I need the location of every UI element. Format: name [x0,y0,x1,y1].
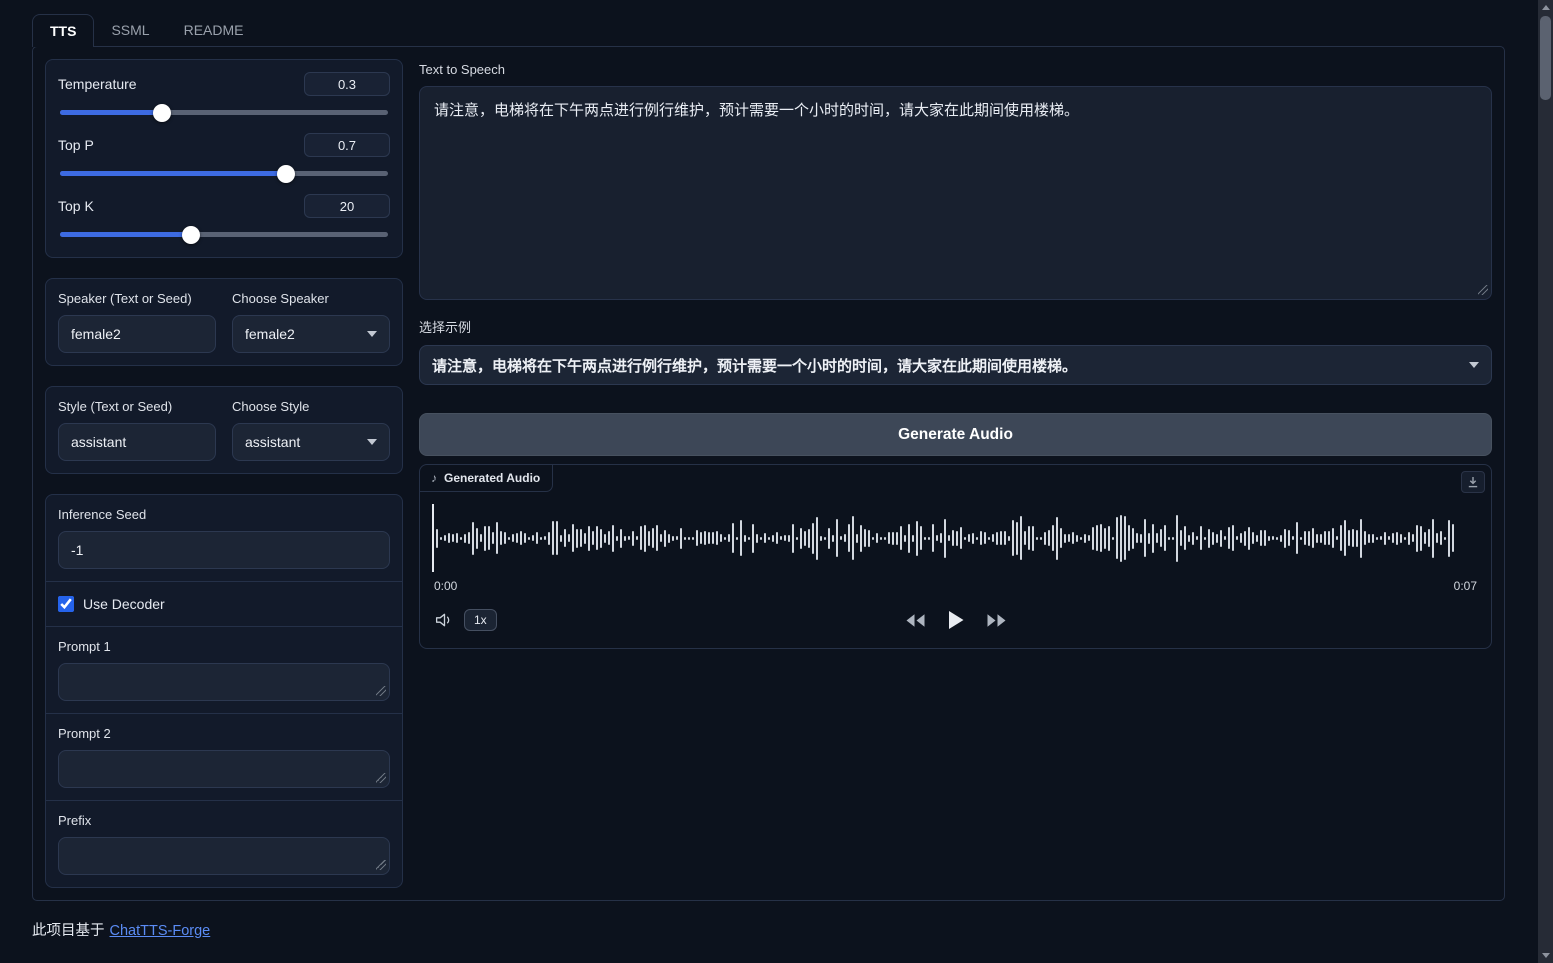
temperature-label: Temperature [58,76,137,92]
scrollbar[interactable] [1538,0,1553,963]
top-k-label: Top K [58,198,94,214]
choose-speaker-label: Choose Speaker [232,291,390,306]
divider [46,581,402,582]
scrollbar-up-arrow[interactable] [1538,0,1553,15]
rewind-button[interactable] [904,613,926,628]
tab-tts[interactable]: TTS [32,14,94,47]
volume-icon [434,611,455,629]
top-p-label: Top P [58,137,94,153]
music-note-icon: ♪ [431,471,437,485]
temperature-number-input[interactable] [304,72,390,96]
generate-audio-button[interactable]: Generate Audio [419,413,1492,456]
top-k-number-input[interactable] [304,194,390,218]
examples-dropdown[interactable]: 请注意，电梯将在下午两点进行例行维护，预计需要一个小时的时间，请大家在此期间使用… [419,345,1492,385]
waveform-bars [432,504,1479,572]
temperature-group: Temperature [58,72,390,115]
divider [46,800,402,801]
speaker-text-input[interactable] [58,315,216,353]
generated-audio-title: ♪ Generated Audio [420,465,553,492]
top-p-number-input[interactable] [304,133,390,157]
choose-speaker-value: female2 [245,326,295,342]
top-k-group: Top K [58,194,390,237]
download-icon [1467,476,1479,488]
footer-text: 此项目基于 [32,923,105,939]
footer: 此项目基于 ChatTTS-Forge [32,919,1505,940]
duration: 0:07 [1454,579,1477,593]
right-column: Text to Speech 请注意，电梯将在下午两点进行例行维护，预计需要一个… [419,59,1492,888]
volume-button[interactable] [434,611,455,629]
text-to-speech-label: Text to Speech [419,62,1492,77]
download-audio-button[interactable] [1461,471,1485,493]
prefix-textarea[interactable] [58,837,390,875]
prefix-label: Prefix [58,813,390,828]
top-k-slider-handle[interactable] [182,226,200,244]
use-decoder-row[interactable]: Use Decoder [58,594,390,614]
text-to-speech-textarea[interactable]: 请注意，电梯将在下午两点进行例行维护，预计需要一个小时的时间，请大家在此期间使用… [419,86,1492,300]
speaker-panel: Speaker (Text or Seed) Choose Speaker fe… [45,278,403,366]
divider [46,713,402,714]
divider [46,626,402,627]
prompt1-textarea[interactable] [58,663,390,701]
speaker-text-label: Speaker (Text or Seed) [58,291,216,306]
generated-audio-panel: ♪ Generated Audio 0:00 [419,464,1492,649]
temperature-slider-handle[interactable] [153,104,171,122]
top-p-slider[interactable] [60,171,388,176]
choose-style-label: Choose Style [232,399,390,414]
inference-seed-input[interactable] [58,531,390,569]
inference-seed-label: Inference Seed [58,507,390,522]
top-k-slider[interactable] [60,232,388,237]
examples-label: 选择示例 [419,317,1492,336]
style-panel: Style (Text or Seed) Choose Style assist… [45,386,403,474]
app-page: TTS SSML README Temperature [0,0,1553,963]
prompt1-label: Prompt 1 [58,639,390,654]
chattts-forge-link[interactable]: ChatTTS-Forge [110,923,211,939]
waveform[interactable] [432,504,1479,572]
scrollbar-down-arrow[interactable] [1538,948,1553,963]
advanced-panel: Inference Seed Use Decoder Prompt 1 Prom… [45,494,403,888]
chevron-down-icon [1469,362,1479,368]
playback-controls: 1x [434,606,1477,634]
style-text-label: Style (Text or Seed) [58,399,216,414]
choose-style-value: assistant [245,434,300,450]
playback-speed-button[interactable]: 1x [464,609,497,631]
fast-forward-icon [985,613,1007,628]
use-decoder-checkbox[interactable] [58,596,74,612]
tab-bar: TTS SSML README [32,14,1505,46]
left-column: Temperature Top P [45,59,403,888]
top-p-slider-handle[interactable] [277,165,295,183]
time-row: 0:00 0:07 [434,579,1477,593]
current-time: 0:00 [434,579,457,593]
prompt2-label: Prompt 2 [58,726,390,741]
tab-readme[interactable]: README [167,14,261,46]
scrollbar-thumb[interactable] [1540,16,1551,100]
rewind-icon [904,613,926,628]
play-icon [947,610,964,630]
use-decoder-label: Use Decoder [83,596,165,612]
temperature-slider[interactable] [60,110,388,115]
fast-forward-button[interactable] [985,613,1007,628]
prompt2-textarea[interactable] [58,750,390,788]
chevron-down-icon [367,439,377,445]
choose-style-dropdown[interactable]: assistant [232,423,390,461]
examples-selected-value: 请注意，电梯将在下午两点进行例行维护，预计需要一个小时的时间，请大家在此期间使用… [432,355,1077,376]
tab-ssml[interactable]: SSML [94,14,166,46]
generated-audio-title-text: Generated Audio [444,471,540,485]
style-text-input[interactable] [58,423,216,461]
tts-tab-content: Temperature Top P [32,46,1505,901]
playhead-cursor[interactable] [432,504,434,572]
sampling-params-panel: Temperature Top P [45,59,403,258]
top-p-group: Top P [58,133,390,176]
play-button[interactable] [947,610,964,630]
chevron-down-icon [367,331,377,337]
choose-speaker-dropdown[interactable]: female2 [232,315,390,353]
